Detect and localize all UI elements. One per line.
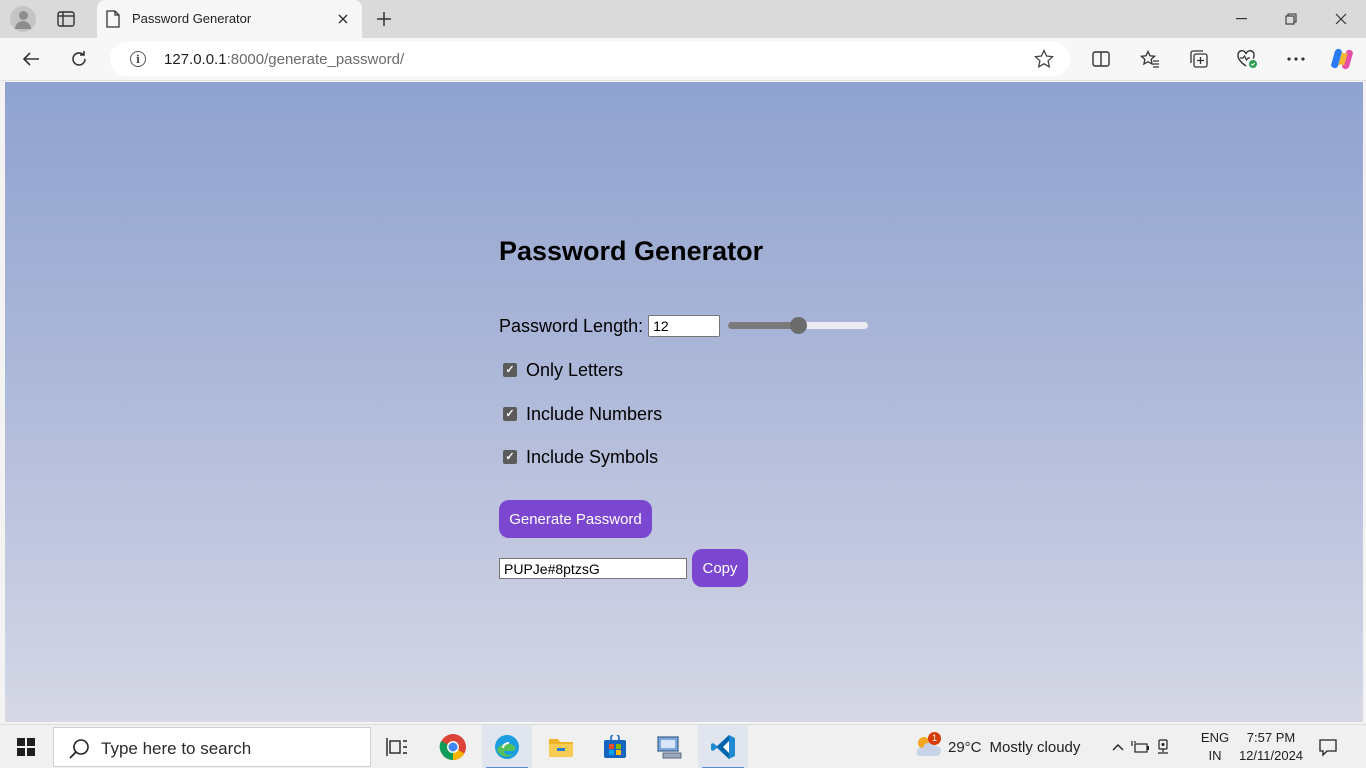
battery-plug-icon[interactable] [1130,737,1150,757]
refresh-icon[interactable] [63,44,95,74]
split-screen-icon[interactable] [1085,44,1117,74]
url-text[interactable]: 127.0.0.1:8000/generate_password/ [164,51,404,68]
option-label: Include Symbols [526,446,659,467]
file-explorer-icon[interactable] [536,725,586,768]
option-label: Include Numbers [526,403,663,424]
password-generator-form: Password Generator Password Length: ✓ On… [499,82,899,682]
browser-tab-active[interactable]: Password Generator [97,0,362,38]
page-viewport: Password Generator Password Length: ✓ On… [5,82,1363,722]
task-view-icon[interactable] [372,725,422,768]
password-length-input[interactable] [648,315,721,337]
checkbox-checked-icon[interactable]: ✓ [503,363,517,377]
remote-desktop-icon[interactable] [644,725,694,768]
tab-title: Password Generator [132,11,252,26]
password-length-slider[interactable] [728,315,869,337]
language-code: ENG [1200,730,1230,745]
tab-actions-icon[interactable] [54,8,78,30]
add-favorite-star-icon[interactable] [1033,48,1055,74]
page-title: Password Generator [499,236,764,266]
slider-fill [728,322,799,329]
back-arrow-icon[interactable] [15,44,47,74]
taskbar-search-box[interactable]: Type here to search [53,727,371,767]
edge-icon[interactable] [482,725,532,768]
option-label: Only Letters [526,359,624,380]
search-placeholder: Type here to search [101,739,252,758]
favorites-icon[interactable] [1134,44,1166,74]
password-length-label: Password Length: [499,315,644,336]
clock-date: 12/11/2024 [1238,748,1304,763]
microsoft-store-icon[interactable] [590,725,640,768]
restore-icon[interactable] [1266,0,1316,38]
chrome-icon[interactable] [428,725,478,768]
profile-avatar-icon[interactable] [10,6,36,32]
vscode-icon[interactable] [698,725,748,768]
input-language[interactable]: ENG IN [1196,729,1234,765]
notification-icon[interactable] [1318,737,1338,762]
new-tab-icon[interactable] [372,8,396,30]
browser-essentials-icon[interactable] [1231,44,1263,74]
collections-icon[interactable] [1183,44,1215,74]
weather-widget[interactable]: 1 29°C Mostly cloudy [912,725,1080,768]
slider-thumb[interactable] [790,317,808,334]
browser-toolbar: i 127.0.0.1:8000/generate_password/ [0,38,1366,81]
weather-cloudy-icon: 1 [912,732,942,760]
option-include-symbols[interactable]: ✓ Include Symbols [503,446,658,468]
browser-tab-strip: Password Generator [0,0,1366,38]
weather-description: Mostly cloudy [989,738,1081,756]
close-window-icon[interactable] [1316,0,1366,38]
copilot-icon[interactable] [1326,44,1358,74]
address-bar[interactable]: i 127.0.0.1:8000/generate_password/ [110,42,1070,76]
option-only-letters[interactable]: ✓ Only Letters [503,359,623,381]
clock-time: 7:57 PM [1246,730,1296,745]
weather-temperature: 29°C [948,738,982,756]
region-code: IN [1208,748,1222,763]
windows-start-icon[interactable] [0,725,52,768]
more-options-icon[interactable] [1280,44,1312,74]
chevron-up-icon[interactable] [1108,737,1128,757]
copy-button[interactable]: Copy [692,549,748,587]
weather-alert-badge: 1 [928,732,941,745]
page-icon [106,10,120,33]
close-tab-icon[interactable] [334,10,352,28]
password-length-row: Password Length: [499,315,869,337]
minimize-icon[interactable] [1216,0,1266,38]
option-include-numbers[interactable]: ✓ Include Numbers [503,403,662,425]
checkbox-checked-icon[interactable]: ✓ [503,407,517,421]
system-clock[interactable]: 7:57 PM 12/11/2024 [1236,729,1306,765]
checkbox-checked-icon[interactable]: ✓ [503,450,517,464]
search-icon [68,738,90,765]
windows-taskbar: Type here to search 1 29°C Mostly cloudy [0,724,1366,768]
generated-password-field[interactable] [499,558,687,579]
generate-password-button[interactable]: Generate Password [499,500,652,538]
site-info-icon[interactable]: i [130,51,146,67]
network-icon[interactable] [1153,737,1173,757]
